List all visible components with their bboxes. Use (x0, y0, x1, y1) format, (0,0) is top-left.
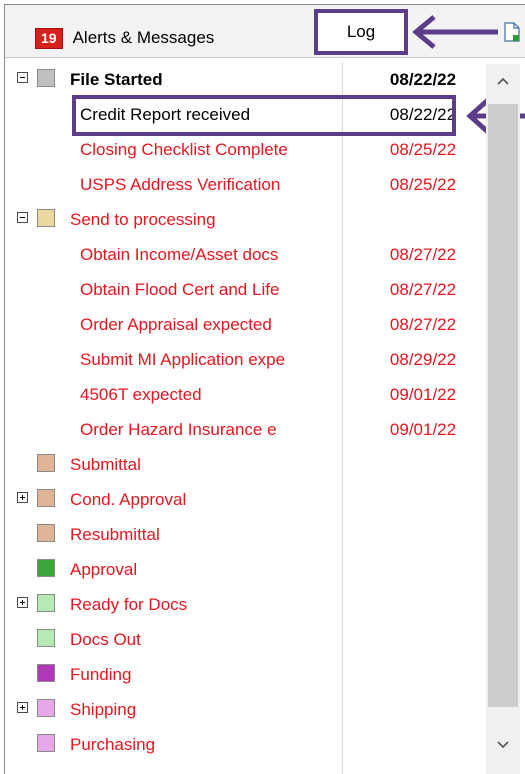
milestone-name: Ready for Docs (70, 595, 188, 614)
expand-icon[interactable] (17, 702, 28, 713)
chevron-up-icon (497, 77, 509, 85)
collapse-icon[interactable] (17, 212, 28, 223)
task-date: 08/27/22 (389, 245, 457, 264)
milestone-name: Send to processing (70, 210, 216, 229)
alerts-count-badge: 19 (35, 27, 63, 49)
milestone-name: File Started (70, 70, 163, 89)
list-item-milestone[interactable]: Send to processing (12, 202, 486, 237)
list-item-task[interactable]: 4506T expected 09/01/22 (12, 377, 486, 412)
list-item-milestone[interactable]: Purchasing (12, 727, 486, 762)
milestone-name: Resubmittal (70, 525, 160, 544)
milestone-name: Submittal (70, 455, 141, 474)
callout-arrow-icon (412, 15, 498, 49)
task-date: 08/27/22 (389, 280, 457, 299)
list-item-milestone[interactable]: Cond. Approval (12, 482, 486, 517)
milestone-color-swatch (37, 629, 55, 647)
milestone-date: 08/22/22 (389, 70, 457, 89)
milestone-color-swatch (37, 524, 55, 542)
list-item-milestone[interactable]: Submittal (12, 447, 486, 482)
list-item-task[interactable]: Submit MI Application expe 08/29/22 (12, 342, 486, 377)
milestone-name: Cond. Approval (70, 490, 187, 509)
tab-log-label: Log (346, 22, 376, 41)
chevron-down-icon (497, 741, 509, 749)
expand-icon[interactable] (17, 597, 28, 608)
milestone-date (370, 202, 476, 237)
scroll-up-button[interactable] (486, 64, 520, 98)
highlight-frame (72, 95, 456, 136)
milestone-color-swatch (37, 664, 55, 682)
list-item-milestone[interactable]: Funding (12, 657, 486, 692)
collapse-icon[interactable] (17, 72, 28, 83)
task-name: Obtain Income/Asset docs (80, 245, 279, 264)
task-name: Order Appraisal expected (80, 315, 272, 334)
list-item-milestone[interactable]: File Started 08/22/22 (12, 62, 486, 97)
scrollbar-thumb[interactable] (488, 104, 518, 707)
milestone-name: Funding (70, 665, 132, 684)
log-panel-window: { "tabs": { "alerts_badge": "19", "alert… (0, 0, 525, 774)
task-date: 08/27/22 (389, 315, 457, 334)
milestone-name: Shipping (70, 700, 137, 719)
milestone-color-swatch (37, 594, 55, 612)
milestone-name: Docs Out (70, 630, 141, 649)
list-item-task[interactable]: Obtain Flood Cert and Life 08/27/22 (12, 272, 486, 307)
list-item-milestone[interactable]: Resubmittal (12, 517, 486, 552)
task-name: Closing Checklist Complete (80, 140, 288, 159)
milestone-color-swatch (37, 559, 55, 577)
tab-alerts-messages[interactable]: 19 Alerts & Messages (35, 23, 214, 53)
expand-icon[interactable] (17, 492, 28, 503)
tab-log[interactable]: Log (314, 9, 408, 55)
milestone-color-swatch (37, 209, 55, 227)
vertical-scrollbar[interactable] (486, 64, 520, 774)
milestone-color-swatch (37, 454, 55, 472)
task-date: 08/29/22 (389, 350, 457, 369)
task-name: 4506T expected (80, 385, 202, 404)
list-item-task[interactable]: Order Hazard Insurance e 09/01/22 (12, 412, 486, 447)
scroll-down-button[interactable] (486, 728, 520, 762)
new-document-icon[interactable] (504, 22, 520, 42)
task-name: Obtain Flood Cert and Life (80, 280, 280, 299)
list-item-milestone[interactable]: Docs Out (12, 622, 486, 657)
list-item-milestone[interactable]: Ready for Docs (12, 587, 486, 622)
milestone-color-swatch (37, 699, 55, 717)
list-item-task[interactable]: Closing Checklist Complete 08/25/22 (12, 132, 486, 167)
list-item-task[interactable]: Order Appraisal expected 08/27/22 (12, 307, 486, 342)
list-item-milestone[interactable]: Approval (12, 552, 486, 587)
milestone-color-swatch (37, 734, 55, 752)
milestone-color-swatch (37, 69, 55, 87)
task-date: 08/25/22 (389, 140, 457, 159)
list-item-task[interactable]: Obtain Income/Asset docs 08/27/22 (12, 237, 486, 272)
tab-alerts-label: Alerts & Messages (72, 28, 215, 47)
list-item-task[interactable]: USPS Address Verification 08/25/22 (12, 167, 486, 202)
task-date: 08/25/22 (389, 175, 457, 194)
milestone-name: Purchasing (70, 735, 156, 754)
task-date: 09/01/22 (389, 420, 457, 439)
task-date: 09/01/22 (389, 385, 457, 404)
milestone-color-swatch (37, 489, 55, 507)
task-name: Submit MI Application expe (80, 350, 286, 369)
task-name: USPS Address Verification (80, 175, 281, 194)
task-name: Order Hazard Insurance e (80, 420, 277, 439)
list-item-milestone[interactable]: Shipping (12, 692, 486, 727)
milestone-name: Approval (70, 560, 138, 579)
